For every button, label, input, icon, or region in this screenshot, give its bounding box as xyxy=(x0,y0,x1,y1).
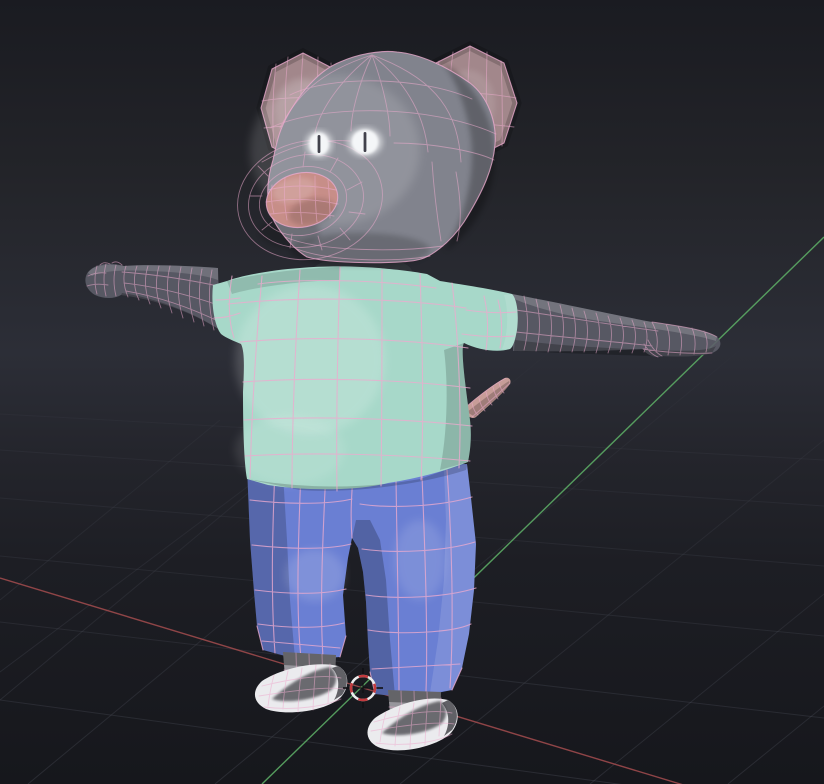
grid-line xyxy=(0,419,221,601)
right-arm xyxy=(512,294,721,358)
left-arm xyxy=(85,261,221,331)
tail xyxy=(465,377,511,418)
grid-line xyxy=(727,705,824,784)
x-axis-line xyxy=(0,577,683,784)
shirt xyxy=(212,266,518,492)
character-mesh[interactable] xyxy=(85,40,721,751)
blender-3d-viewport[interactable] xyxy=(0,0,824,784)
grid-line xyxy=(589,593,824,784)
viewport-canvas[interactable] xyxy=(0,0,824,784)
